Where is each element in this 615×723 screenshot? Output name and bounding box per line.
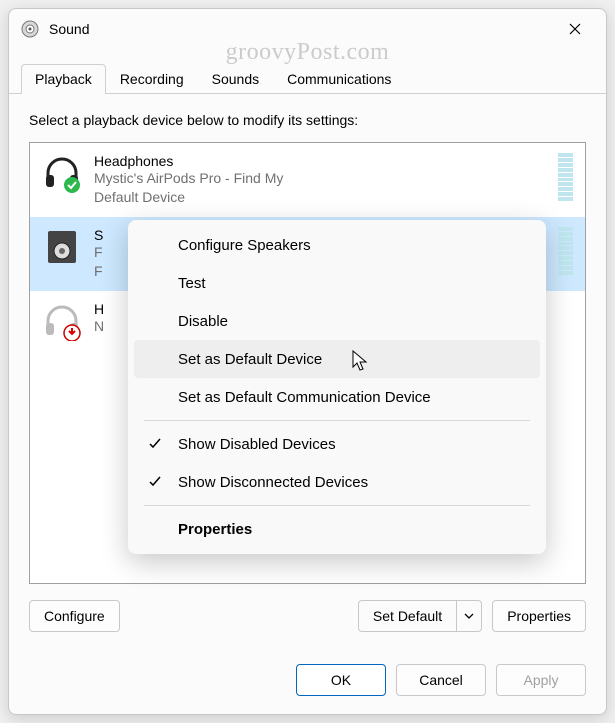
ctx-test[interactable]: Test xyxy=(134,264,540,302)
headphones-icon xyxy=(42,153,82,193)
headphones-disconnected-icon xyxy=(42,301,82,341)
close-button[interactable] xyxy=(552,13,598,45)
ok-button[interactable]: OK xyxy=(296,664,386,696)
configure-button[interactable]: Configure xyxy=(29,600,120,632)
ctx-disable[interactable]: Disable xyxy=(134,302,540,340)
vu-meter xyxy=(558,153,573,201)
check-icon xyxy=(148,437,162,451)
ctx-configure-speakers[interactable]: Configure Speakers xyxy=(134,226,540,264)
vu-meter xyxy=(558,227,573,275)
device-row[interactable]: Headphones Mystic's AirPods Pro - Find M… xyxy=(30,143,585,217)
properties-button[interactable]: Properties xyxy=(492,600,586,632)
device-status: Default Device xyxy=(94,188,550,207)
tab-playback[interactable]: Playback xyxy=(21,64,106,94)
instruction-text: Select a playback device below to modify… xyxy=(29,112,586,128)
device-button-row: Configure Set Default Properties xyxy=(29,600,586,632)
device-desc: Mystic's AirPods Pro - Find My xyxy=(94,169,550,188)
window-title: Sound xyxy=(49,21,89,37)
tab-communications[interactable]: Communications xyxy=(273,64,405,94)
sound-icon xyxy=(21,20,39,38)
close-icon xyxy=(569,23,581,35)
ctx-properties[interactable]: Properties xyxy=(134,510,540,548)
ctx-separator xyxy=(144,420,530,421)
tab-sounds[interactable]: Sounds xyxy=(198,64,273,94)
speaker-icon xyxy=(42,227,82,267)
cancel-button[interactable]: Cancel xyxy=(396,664,486,696)
context-menu: Configure Speakers Test Disable Set as D… xyxy=(128,220,546,554)
ctx-show-disabled-devices[interactable]: Show Disabled Devices xyxy=(134,425,540,463)
set-default-split-button[interactable]: Set Default xyxy=(358,600,482,632)
device-name: Headphones xyxy=(94,153,550,169)
apply-button[interactable]: Apply xyxy=(496,664,586,696)
ctx-separator xyxy=(144,505,530,506)
titlebar: Sound xyxy=(9,9,606,49)
set-default-label: Set Default xyxy=(359,601,457,631)
ctx-show-disconnected-devices[interactable]: Show Disconnected Devices xyxy=(134,463,540,501)
ctx-set-default-device[interactable]: Set as Default Device xyxy=(134,340,540,378)
dialog-button-row: OK Cancel Apply xyxy=(9,650,606,714)
check-icon xyxy=(148,475,162,489)
tab-strip: Playback Recording Sounds Communications xyxy=(9,63,606,94)
ctx-set-default-comm-device[interactable]: Set as Default Communication Device xyxy=(134,378,540,416)
chevron-down-icon[interactable] xyxy=(457,601,481,631)
tab-recording[interactable]: Recording xyxy=(106,64,198,94)
